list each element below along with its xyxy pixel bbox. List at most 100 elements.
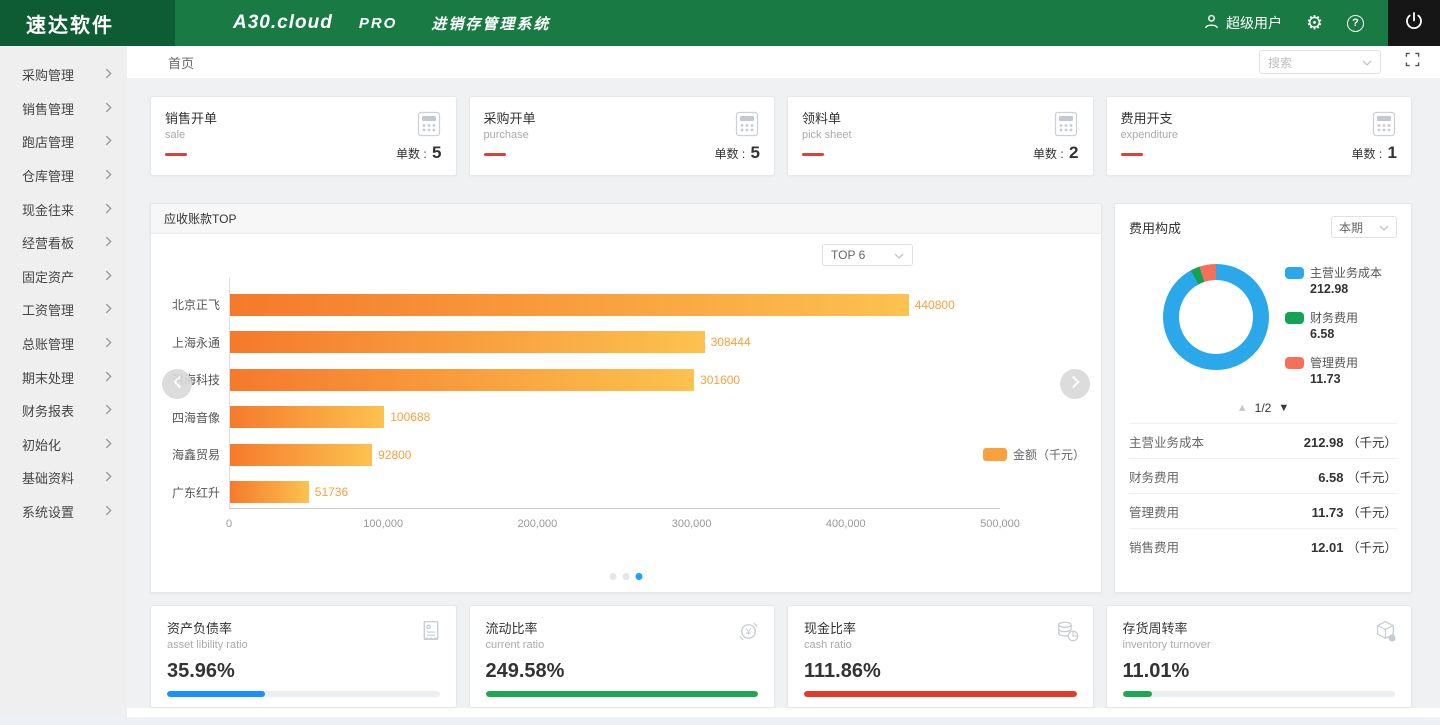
carousel-dot[interactable] [636,573,643,580]
donut-legend-item: 管理费用 11.73 [1285,354,1382,386]
y-axis [229,278,230,510]
expense-row-value: 12.01 [1311,540,1344,555]
help-button[interactable]: ? [1347,15,1364,32]
progress-bar [486,691,759,697]
ratio-card-row: 资产负债率 asset libility ratio 35.96% 流动比率 c… [150,605,1412,708]
triangle-up-icon[interactable]: ▲ [1237,403,1248,414]
x-tick-label: 500,000 [980,518,1020,530]
search-input[interactable]: 搜索 [1259,50,1381,74]
sidebar-item-label: 基础资料 [22,468,74,487]
user-menu[interactable]: 超级用户 [1203,13,1282,33]
sidebar-item[interactable]: 固定资产 [0,260,127,294]
carousel-dot[interactable] [623,573,630,580]
bar-category-label: 北京正飞 [151,296,229,313]
bar-category-label: 上海永通 [151,334,229,351]
legend-value: 212.98 [1310,282,1382,296]
bar [229,294,909,316]
stat-card-title: 费用开支 [1121,108,1398,127]
chevron-down-icon [894,248,904,262]
sidebar-item[interactable]: 初始化 [0,428,127,462]
expense-row-label: 销售费用 [1129,537,1179,556]
chevron-right-icon [1071,375,1080,394]
chevron-right-icon [105,67,112,82]
sidebar-item[interactable]: 基础资料 [0,461,127,495]
stat-card-title: 采购开单 [484,108,761,127]
expense-row: 销售费用 12.01 （千元） [1129,528,1397,563]
donut-legend-item: 主营业务成本 212.98 [1285,264,1382,296]
user-icon [1203,13,1220,33]
sidebar-item[interactable]: 跑店管理 [0,125,127,159]
ratio-card-cash-ratio: 现金比率 cash ratio 111.86% [787,605,1094,708]
bar-row: 四海音像 100688 [151,399,1000,437]
logout-button[interactable] [1388,0,1440,46]
breadcrumb-home[interactable]: 首页 [168,53,194,72]
sidebar-item[interactable]: 工资管理 [0,293,127,327]
stat-card-count: 单数 : 5 [396,143,442,163]
fullscreen-button[interactable] [1405,52,1420,72]
carousel-dot[interactable] [610,573,617,580]
brand-logo: 速达软件 [0,0,175,46]
sidebar-item[interactable]: 系统设置 [0,495,127,529]
legend-label: 金额（千元） [1013,446,1085,463]
sidebar-item-label: 仓库管理 [22,166,74,185]
expense-row-label: 主营业务成本 [1129,432,1204,451]
help-icon: ? [1347,15,1364,32]
sidebar-item[interactable]: 经营看板 [0,226,127,260]
sidebar-item[interactable]: 仓库管理 [0,159,127,193]
sidebar-item-label: 初始化 [22,435,61,454]
stat-card-subtitle: purchase [484,129,761,141]
expense-row-label: 财务费用 [1129,467,1179,486]
sidebar-item[interactable]: 销售管理 [0,92,127,126]
legend-pager: ▲ 1/2 ▼ [1129,401,1397,415]
legend-label: 主营业务成本 [1310,264,1382,281]
ratio-value: 11.01% [1123,660,1396,683]
triangle-down-icon[interactable]: ▼ [1278,403,1289,414]
stat-card: 领料单 pick sheet 单数 : 2 [787,96,1094,176]
legend-label: 财务费用 [1310,309,1358,326]
sidebar-item-label: 现金往来 [22,200,74,219]
x-tick-label: 400,000 [826,518,866,530]
chevron-right-icon [105,168,112,183]
stat-card-count: 单数 : 1 [1352,143,1398,163]
bar-row: 海鑫贸易 92800 [151,436,1000,474]
legend-swatch [1285,267,1304,279]
sidebar-item[interactable]: 财务报表 [0,394,127,428]
sidebar-item[interactable]: 采购管理 [0,58,127,92]
chevron-down-icon [1379,220,1389,234]
chevron-right-icon [105,202,112,217]
sidebar-item[interactable]: 现金往来 [0,192,127,226]
sidebar-item-label: 总账管理 [22,334,74,353]
product-area: A30.cloud PRO 进销存管理系统 [175,0,550,46]
progress-bar [804,691,1077,697]
app-header: 速达软件 A30.cloud PRO 进销存管理系统 超级用户 ⚙ ? [0,0,1440,46]
form-calculator-icon [732,109,762,144]
sidebar-item-label: 财务报表 [22,401,74,420]
product-edition: PRO [359,15,398,32]
bar-value-label: 440800 [915,298,955,312]
bar [229,406,384,428]
main-area: 首页 搜索 销售开单 sale [127,46,1440,725]
top-n-select[interactable]: TOP 6 [822,244,913,266]
donut-chart [1163,264,1269,370]
period-select[interactable]: 本期 [1331,216,1397,238]
sidebar-item[interactable]: 期末处理 [0,360,127,394]
chevron-right-icon [105,134,112,149]
bar [229,331,705,353]
carousel-prev-button[interactable] [162,369,192,399]
chevron-right-icon [105,101,112,116]
x-tick-label: 300,000 [672,518,712,530]
sidebar-item[interactable]: 总账管理 [0,327,127,361]
chevron-right-icon [105,235,112,250]
x-tick-label: 100,000 [363,518,403,530]
expense-rows: 主营业务成本 212.98 （千元） 财务费用 6.58 （千元） 管理费用 [1129,423,1397,563]
chart-title: 应收账款TOP [151,204,1101,234]
carousel-next-button[interactable] [1060,369,1090,399]
stat-card-count: 单数 : 2 [1033,143,1079,163]
chevron-right-icon [105,470,112,485]
bar-value-label: 51736 [315,485,348,499]
settings-button[interactable]: ⚙ [1306,14,1323,33]
chevron-right-icon [105,269,112,284]
accent-dash [1121,153,1143,156]
svg-text:¥: ¥ [745,627,752,637]
search-placeholder: 搜索 [1268,54,1292,71]
